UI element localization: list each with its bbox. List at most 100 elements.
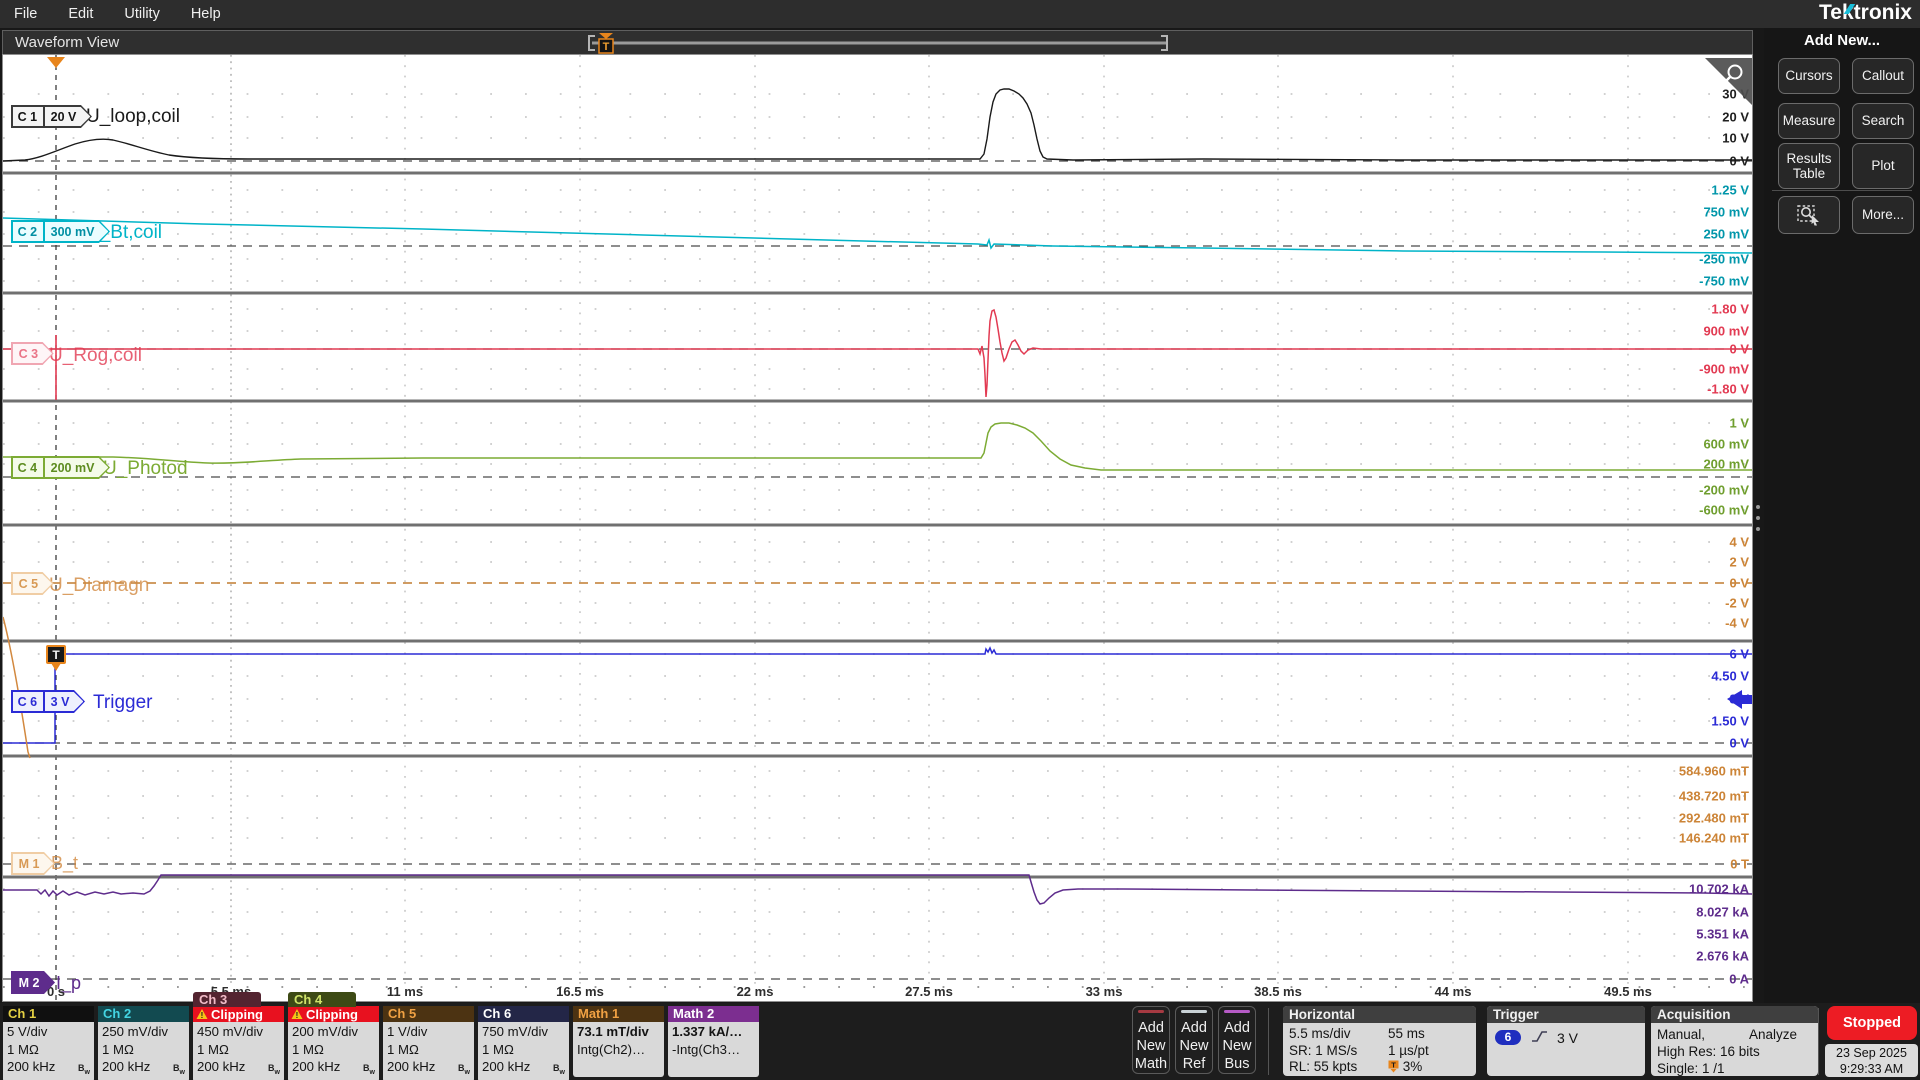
m1-badge[interactable]: M 1 <box>11 852 55 875</box>
ch-1-badge-title: Ch 1 <box>3 1006 94 1022</box>
measure-button[interactable]: Measure <box>1778 103 1840 139</box>
ch-3-clipping-warning: !Clipping <box>193 1006 284 1022</box>
acquisition-panel[interactable]: Acquisition Manual, Analyze High Res: 16… <box>1651 1006 1818 1076</box>
callout-button[interactable]: Callout <box>1852 58 1914 94</box>
acquisition-panel-title: Acquisition <box>1651 1006 1818 1023</box>
ch-3-settings-badge[interactable]: Ch 3!Clipping450 mV/div1 MΩ200 kHzBw <box>193 1006 284 1077</box>
time-axis-label: 16.5 ms <box>556 984 604 999</box>
c4-trace <box>3 423 1752 470</box>
horizontal-col1-row: RL: 55 kpts <box>1289 1059 1357 1074</box>
c5-channel-label[interactable]: U_Diamagn <box>49 575 149 596</box>
c4-axis-label: -600 mV <box>1699 503 1749 518</box>
c6-axis-label: 4.50 V <box>1711 669 1749 684</box>
cursors-button[interactable]: Cursors <box>1778 58 1840 94</box>
menu-bar: File Edit Utility Help <box>0 0 1920 28</box>
acquisition-single: Single: 1 /1 <box>1657 1061 1725 1076</box>
c6-badge-scale: 3 V <box>45 692 84 712</box>
ch-2-row: 200 kHzBw <box>102 1058 185 1080</box>
sidebar-divider <box>1772 190 1912 191</box>
c3-channel-label[interactable]: U_Rog,coil <box>49 345 142 366</box>
m1-axis-label: 292.480 mT <box>1679 811 1749 826</box>
ch-4-row: 200 mV/div <box>292 1023 375 1041</box>
c6-channel-label[interactable]: Trigger <box>93 692 153 713</box>
horizontal-panel[interactable]: Horizontal 5.5 ms/div55 msSR: 1 MS/s1 µs… <box>1283 1006 1476 1076</box>
results-table-button[interactable]: Results Table <box>1778 143 1840 189</box>
m2-badge-name: M 2 <box>13 973 54 993</box>
horizontal-col2-row: 55 ms <box>1388 1026 1425 1041</box>
bandwidth-icon: Bw <box>553 1060 565 1080</box>
run-stop-status-button[interactable]: Stopped <box>1827 1006 1917 1040</box>
trigger-caret-icon[interactable] <box>47 57 65 68</box>
menu-item-file[interactable]: File <box>14 6 37 22</box>
m1-channel-label[interactable]: B_t <box>51 853 78 874</box>
horizontal-overview-bar[interactable]: T <box>3 31 1754 55</box>
c3-trace <box>3 310 1752 397</box>
c2-trace <box>3 218 1752 253</box>
ch-1-settings-badge[interactable]: Ch 15 V/div1 MΩ200 kHzBw <box>3 1006 94 1077</box>
math-2-settings-badge[interactable]: Math 21.337 kA/…-Intg(Ch3… <box>668 1006 759 1077</box>
c5-badge[interactable]: C 5 <box>11 572 54 595</box>
add-new-ref-button[interactable]: AddNewRef <box>1175 1006 1213 1074</box>
c5-badge-name: C 5 <box>13 574 52 594</box>
ch-1-row: 200 kHzBw <box>7 1058 90 1080</box>
add-new-math-button[interactable]: AddNewMath <box>1132 1006 1170 1074</box>
c6-axis-label: 0 V <box>1729 736 1749 751</box>
trigger-flag-pointer <box>51 663 61 671</box>
waveform-plot-area[interactable]: 30 V20 V10 V0 VU_loop,coil1.25 V750 mV25… <box>2 54 1753 1002</box>
c6-badge-name: C 6 <box>13 692 43 712</box>
math-1-badge-title: Math 1 <box>573 1006 664 1022</box>
c1-badge-name: C 1 <box>13 107 43 127</box>
ch-1-row: 5 V/div <box>7 1023 90 1041</box>
m2-axis-label: 5.351 kA <box>1696 927 1749 942</box>
ch-1-row: 1 MΩ <box>7 1041 90 1059</box>
trigger-panel-title: Trigger <box>1487 1006 1645 1023</box>
ch-3-row: 450 mV/div <box>197 1023 280 1041</box>
stripe <box>1138 1010 1164 1013</box>
c3-badge[interactable]: C 3 <box>11 342 54 365</box>
math-1-settings-badge[interactable]: Math 173.1 mT/divIntg(Ch2)… <box>573 1006 664 1077</box>
menu-item-help[interactable]: Help <box>191 6 221 22</box>
ch-6-settings-badge[interactable]: Ch 6750 mV/div1 MΩ200 kHzBw <box>478 1006 569 1077</box>
c2-axis-label: -750 mV <box>1699 274 1749 289</box>
zoom-select-button[interactable] <box>1778 196 1840 234</box>
m2-trace <box>3 875 1752 904</box>
warning-icon: ! <box>196 1008 208 1020</box>
time-axis-label: 11 ms <box>387 984 423 999</box>
acquisition-mode: Manual, <box>1657 1027 1705 1042</box>
add-new-bus-button[interactable]: AddNewBus <box>1218 1006 1256 1074</box>
menu-item-utility[interactable]: Utility <box>124 6 159 22</box>
ch-3-row: 1 MΩ <box>197 1041 280 1059</box>
panel-splitter-handle[interactable] <box>1756 505 1760 531</box>
c6-axis-label: 1.50 V <box>1711 714 1749 729</box>
ch-4-row: 200 kHzBw <box>292 1058 375 1080</box>
c6-badge[interactable]: C 63 V <box>11 690 85 713</box>
m2-axis-label: 2.676 kA <box>1696 949 1749 964</box>
time-label: 9:29:33 AM <box>1825 1061 1918 1077</box>
c1-badge[interactable]: C 120 V <box>11 105 92 128</box>
m2-axis-label: 8.027 kA <box>1696 905 1749 920</box>
ch-3-row: 200 kHzBw <box>197 1058 280 1080</box>
c1-channel-label[interactable]: U_loop,coil <box>86 106 180 127</box>
plot-button[interactable]: Plot <box>1852 143 1914 189</box>
trigger-panel[interactable]: Trigger 6 3 V <box>1487 1006 1645 1076</box>
bottombar-separator <box>1818 1008 1819 1075</box>
search-button[interactable]: Search <box>1852 103 1914 139</box>
svg-text:T: T <box>1391 1061 1396 1070</box>
time-axis-label: 22 ms <box>737 984 774 999</box>
c3-badge-name: C 3 <box>13 344 52 364</box>
ch-2-settings-badge[interactable]: Ch 2250 mV/div1 MΩ200 kHzBw <box>98 1006 189 1077</box>
time-axis-label: 44 ms <box>1435 984 1472 999</box>
m2-badge[interactable]: M 2 <box>11 971 55 994</box>
c2-badge[interactable]: C 2300 mV <box>11 220 110 243</box>
more-button[interactable]: More... <box>1852 196 1914 234</box>
ch-4-settings-badge[interactable]: Ch 4!Clipping200 mV/div1 MΩ200 kHzBw <box>288 1006 379 1077</box>
ch-5-settings-badge[interactable]: Ch 51 V/div1 MΩ200 kHzBw <box>383 1006 474 1077</box>
svg-text:!: ! <box>201 1011 204 1020</box>
acquisition-resolution: High Res: 16 bits <box>1657 1044 1760 1059</box>
right-sidebar: Add New... CursorsCalloutMeasureSearchRe… <box>1764 28 1920 1003</box>
c4-axis-label: 1 V <box>1729 416 1749 431</box>
trigger-source-pill: 6 <box>1495 1030 1521 1045</box>
menu-item-edit[interactable]: Edit <box>68 6 93 22</box>
c4-badge[interactable]: C 4200 mV <box>11 456 110 479</box>
time-axis-label: 49.5 ms <box>1604 984 1652 999</box>
